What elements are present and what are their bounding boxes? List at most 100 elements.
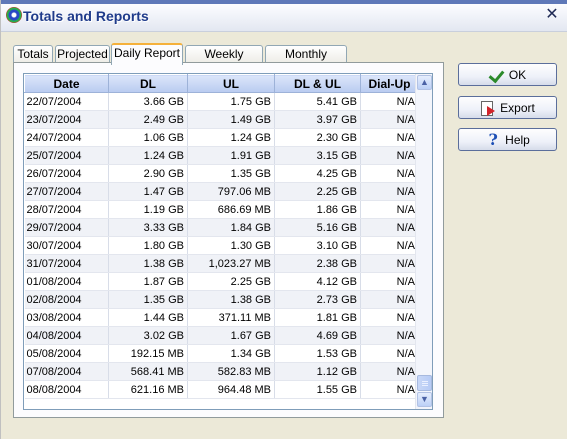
cell-date: 08/08/2004 <box>24 380 109 399</box>
table-row[interactable]: 08/08/2004 621.16 MB 964.48 MB 1.55 GB N/A <box>24 380 419 399</box>
column-header-date[interactable]: Date <box>24 74 109 93</box>
cell-dl: 1.80 GB <box>108 236 188 255</box>
help-button[interactable]: ? Help <box>458 128 557 151</box>
cell-dl: 1.47 GB <box>108 182 188 201</box>
column-header-dl[interactable]: DL <box>108 74 188 93</box>
cell-dial-up: N/A <box>360 254 419 273</box>
cell-ul: 371.11 MB <box>187 308 275 327</box>
cell-dl: 3.66 GB <box>108 92 188 111</box>
cell-dl-ul: 1.81 GB <box>274 308 361 327</box>
cell-dial-up: N/A <box>360 128 419 147</box>
cell-dl-ul: 1.55 GB <box>274 380 361 399</box>
cell-dial-up: N/A <box>360 182 419 201</box>
cell-ul: 1.38 GB <box>187 290 275 309</box>
table-row[interactable]: 28/07/2004 1.19 GB 686.69 MB 1.86 GB N/A <box>24 200 419 219</box>
cell-date: 03/08/2004 <box>24 308 109 327</box>
cell-dl: 1.06 GB <box>108 128 188 147</box>
cell-dl: 621.16 MB <box>108 380 188 399</box>
cell-ul: 1.75 GB <box>187 92 275 111</box>
cell-date: 02/08/2004 <box>24 290 109 309</box>
table-row[interactable]: 07/08/2004 568.41 MB 582.83 MB 1.12 GB N/A <box>24 362 419 381</box>
thumb-grip-line <box>422 381 428 382</box>
cell-dial-up: N/A <box>360 146 419 165</box>
cell-dl-ul: 3.10 GB <box>274 236 361 255</box>
ok-button[interactable]: OK <box>458 63 557 86</box>
thumb-grip-line <box>422 385 428 386</box>
table-row[interactable]: 22/07/2004 3.66 GB 1.75 GB 5.41 GB N/A <box>24 92 419 111</box>
cell-ul: 1.49 GB <box>187 110 275 129</box>
cell-dl: 1.38 GB <box>108 254 188 273</box>
cell-dl-ul: 4.69 GB <box>274 326 361 345</box>
cell-dial-up: N/A <box>360 236 419 255</box>
close-icon[interactable]: ✕ <box>544 6 560 24</box>
column-header-ul[interactable]: UL <box>187 74 275 93</box>
table-row[interactable]: 31/07/2004 1.38 GB 1,023.27 MB 2.38 GB N/A <box>24 254 419 273</box>
thumb-grip-line <box>422 383 428 384</box>
totals-reports-window: Totals and Reports ✕ Totals Projected Da… <box>0 0 567 439</box>
table-row[interactable]: 04/08/2004 3.02 GB 1.67 GB 4.69 GB N/A <box>24 326 419 345</box>
cell-dial-up: N/A <box>360 218 419 237</box>
scroll-up-icon[interactable]: ▲ <box>417 75 432 90</box>
cell-dial-up: N/A <box>360 362 419 381</box>
scroll-down-icon[interactable]: ▼ <box>417 392 432 407</box>
daily-report-table: Date DL UL DL & UL Dial-Up 22/07/2004 3.6… <box>24 74 419 399</box>
cell-dl-ul: 3.97 GB <box>274 110 361 129</box>
cell-dial-up: N/A <box>360 272 419 291</box>
cell-ul: 1.35 GB <box>187 164 275 183</box>
cell-date: 07/08/2004 <box>24 362 109 381</box>
table-body: 22/07/2004 3.66 GB 1.75 GB 5.41 GB N/A 23/07/… <box>24 92 419 399</box>
cell-ul: 1.34 GB <box>187 344 275 363</box>
app-icon <box>6 7 22 23</box>
table-row[interactable]: 25/07/2004 1.24 GB 1.91 GB 3.15 GB N/A <box>24 146 419 165</box>
vertical-scrollbar[interactable]: ▲ ▼ <box>415 74 432 409</box>
cell-date: 24/07/2004 <box>24 128 109 147</box>
cell-date: 29/07/2004 <box>24 218 109 237</box>
cell-dl: 1.87 GB <box>108 272 188 291</box>
table-row[interactable]: 24/07/2004 1.06 GB 1.24 GB 2.30 GB N/A <box>24 128 419 147</box>
table-row[interactable]: 03/08/2004 1.44 GB 371.11 MB 1.81 GB N/A <box>24 308 419 327</box>
cell-dl-ul: 4.25 GB <box>274 164 361 183</box>
column-header-dial-up[interactable]: Dial-Up <box>360 74 419 93</box>
export-button[interactable]: Export <box>458 96 557 119</box>
table-row[interactable]: 29/07/2004 3.33 GB 1.84 GB 5.16 GB N/A <box>24 218 419 237</box>
cell-dl-ul: 1.86 GB <box>274 200 361 219</box>
column-header-dl-ul[interactable]: DL & UL <box>274 74 361 93</box>
cell-dl: 192.15 MB <box>108 344 188 363</box>
cell-dl-ul: 5.41 GB <box>274 92 361 111</box>
cell-date: 25/07/2004 <box>24 146 109 165</box>
cell-date: 26/07/2004 <box>24 164 109 183</box>
cell-dl-ul: 2.73 GB <box>274 290 361 309</box>
cell-ul: 1.84 GB <box>187 218 275 237</box>
cell-dl-ul: 2.25 GB <box>274 182 361 201</box>
daily-report-grid[interactable]: Date DL UL DL & UL Dial-Up 22/07/2004 3.6… <box>23 73 433 410</box>
cell-dl: 2.49 GB <box>108 110 188 129</box>
cell-dl: 1.19 GB <box>108 200 188 219</box>
table-row[interactable]: 05/08/2004 192.15 MB 1.34 GB 1.53 GB N/A <box>24 344 419 363</box>
cell-dial-up: N/A <box>360 200 419 219</box>
cell-dl: 1.35 GB <box>108 290 188 309</box>
cell-ul: 797.06 MB <box>187 182 275 201</box>
check-icon <box>489 67 505 83</box>
table-row[interactable]: 23/07/2004 2.49 GB 1.49 GB 3.97 GB N/A <box>24 110 419 129</box>
cell-date: 27/07/2004 <box>24 182 109 201</box>
table-row[interactable]: 30/07/2004 1.80 GB 1.30 GB 3.10 GB N/A <box>24 236 419 255</box>
cell-dial-up: N/A <box>360 110 419 129</box>
title-bar[interactable]: Totals and Reports ✕ <box>1 0 567 32</box>
tab-daily-report[interactable]: Daily Report <box>111 43 183 65</box>
cell-dial-up: N/A <box>360 92 419 111</box>
cell-date: 04/08/2004 <box>24 326 109 345</box>
cell-dial-up: N/A <box>360 290 419 309</box>
table-row[interactable]: 01/08/2004 1.87 GB 2.25 GB 4.12 GB N/A <box>24 272 419 291</box>
table-row[interactable]: 02/08/2004 1.35 GB 1.38 GB 2.73 GB N/A <box>24 290 419 309</box>
daily-report-panel: Date DL UL DL & UL Dial-Up 22/07/2004 3.6… <box>13 62 444 418</box>
cell-dl: 2.90 GB <box>108 164 188 183</box>
table-row[interactable]: 26/07/2004 2.90 GB 1.35 GB 4.25 GB N/A <box>24 164 419 183</box>
table-row[interactable]: 27/07/2004 1.47 GB 797.06 MB 2.25 GB N/A <box>24 182 419 201</box>
cell-date: 22/07/2004 <box>24 92 109 111</box>
cell-ul: 1,023.27 MB <box>187 254 275 273</box>
table-header-row: Date DL UL DL & UL Dial-Up <box>24 74 419 93</box>
cell-dl-ul: 3.15 GB <box>274 146 361 165</box>
cell-ul: 1.91 GB <box>187 146 275 165</box>
cell-date: 28/07/2004 <box>24 200 109 219</box>
scroll-thumb[interactable] <box>417 375 432 391</box>
